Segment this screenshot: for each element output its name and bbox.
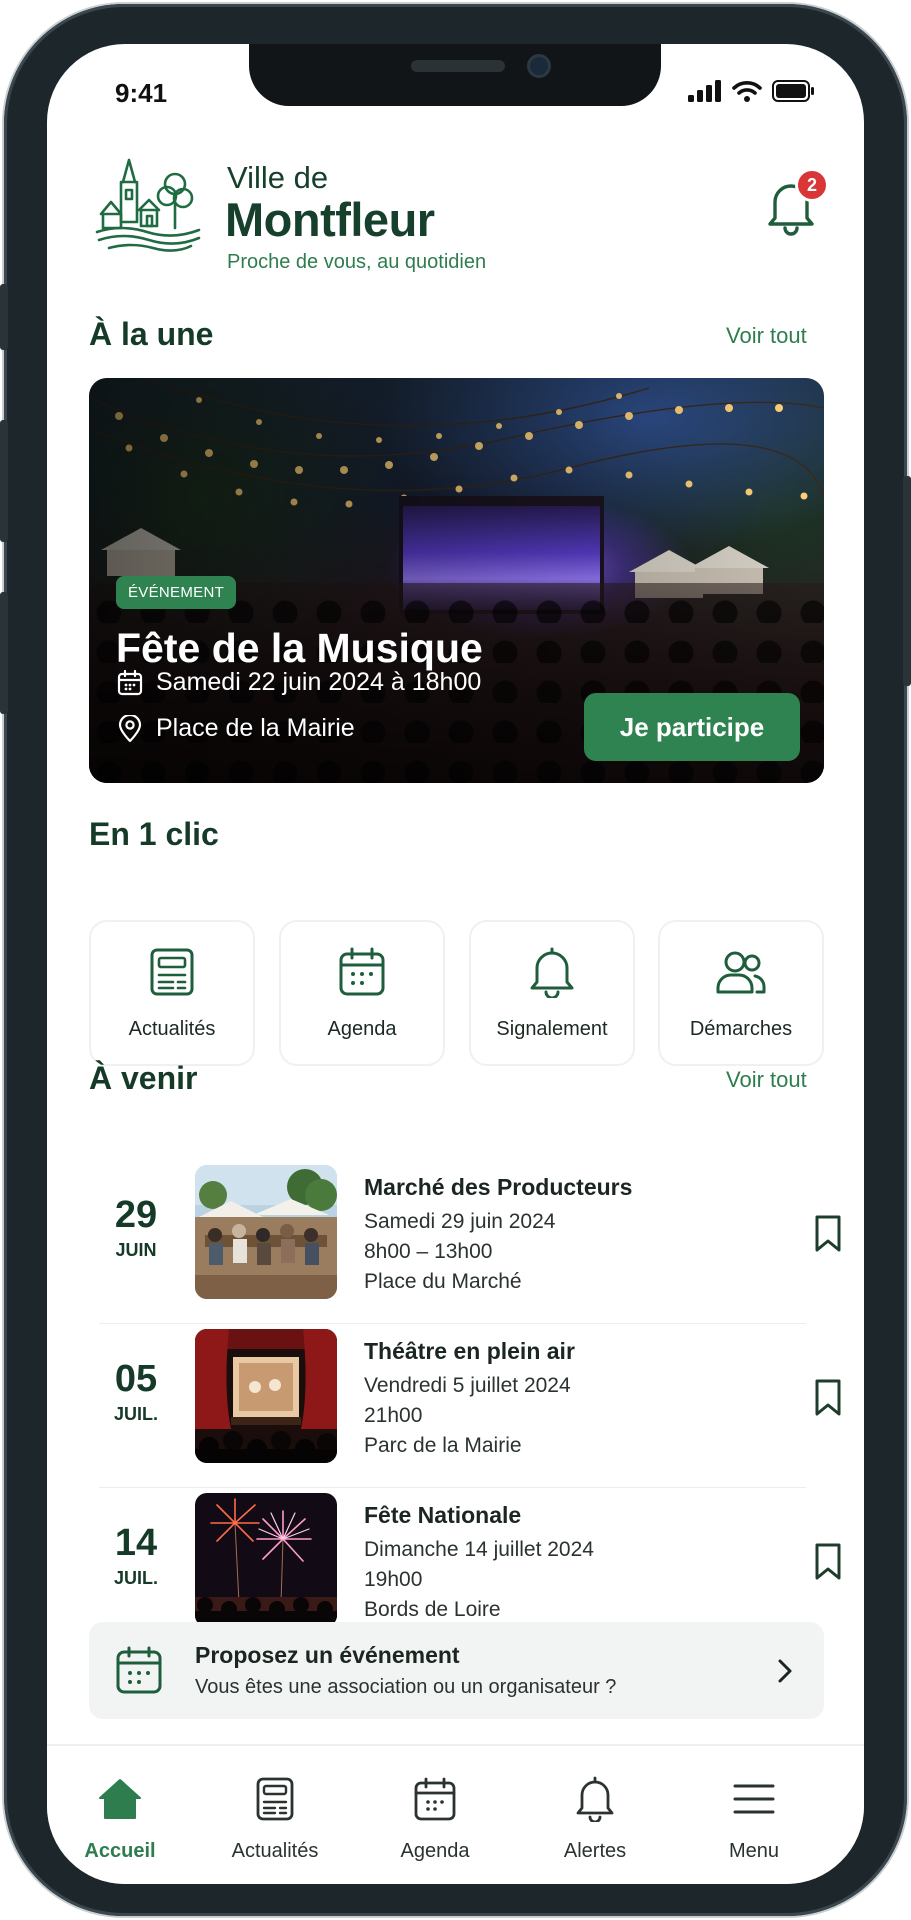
menu-icon — [733, 1784, 775, 1814]
tab-label: Accueil — [84, 1840, 156, 1862]
location-pin-icon — [118, 714, 142, 742]
status-time: 9:41 — [115, 78, 168, 108]
featured-event-location-text: Place de la Mairie — [156, 714, 355, 742]
event-title: Fête Nationale — [364, 1502, 522, 1528]
notification-badge: 2 — [795, 168, 829, 202]
tab-alerts[interactable]: Alertes — [520, 1766, 670, 1866]
quick-access-procedures[interactable]: Démarches — [658, 920, 824, 1066]
calendar-icon — [414, 1777, 456, 1821]
featured-event-date: Samedi 22 juin 2024 à 18h00 — [116, 668, 481, 697]
brand-prefix: Ville de — [227, 160, 329, 195]
upcoming-see-all-link[interactable]: Voir tout — [726, 1067, 807, 1093]
event-title: Théâtre en plein air — [364, 1338, 575, 1364]
cellular-signal-icon — [688, 80, 721, 102]
event-month: JUIL. — [113, 1568, 158, 1588]
tab-label: Alertes — [563, 1840, 627, 1862]
event-time: 21h00 — [364, 1404, 423, 1427]
featured-see-all-link[interactable]: Voir tout — [726, 323, 807, 349]
bottom-tab-bar: Accueil Actualités Agenda Alertes Menu — [47, 1744, 864, 1884]
tab-label: Actualités — [231, 1840, 319, 1862]
propose-event-subtitle: Vous êtes une association ou un organisa… — [195, 1676, 617, 1698]
event-day: 29 — [114, 1194, 158, 1236]
tab-agenda[interactable]: Agenda — [360, 1766, 510, 1866]
bookmark-icon[interactable] — [813, 1378, 843, 1418]
tab-menu[interactable]: Menu — [679, 1766, 829, 1866]
quick-access-label: Actualités — [128, 1018, 216, 1040]
event-row[interactable]: 29 JUIN Marché des Producteurs Samedi 29… — [89, 1160, 841, 1324]
battery-icon — [772, 80, 814, 102]
featured-event-date-text: Samedi 22 juin 2024 à 18h00 — [156, 668, 482, 696]
quick-access-title: En 1 clic — [89, 816, 219, 852]
event-date: Dimanche 14 juillet 2024 — [364, 1538, 594, 1561]
participate-button[interactable]: Je participe — [584, 693, 800, 761]
upcoming-section-title: À venir — [89, 1060, 198, 1096]
brand-name: Montfleur — [225, 193, 435, 246]
tab-news[interactable]: Actualités — [200, 1766, 350, 1866]
event-title: Marché des Producteurs — [364, 1174, 633, 1200]
event-place: Parc de la Mairie — [364, 1434, 522, 1457]
event-day: 05 — [114, 1358, 158, 1400]
status-icons — [688, 80, 816, 102]
featured-event-title: Fête de la Musique — [116, 625, 483, 671]
featured-section-title: À la une — [89, 316, 214, 352]
calendar-icon — [339, 947, 385, 996]
event-month: JUIN — [115, 1240, 157, 1260]
brand-tagline: Proche de vous, au quotidien — [227, 251, 487, 273]
event-place: Place du Marché — [364, 1270, 522, 1293]
quick-access-label: Signalement — [496, 1018, 608, 1040]
users-icon — [716, 951, 766, 994]
tab-label: Agenda — [400, 1840, 470, 1862]
event-date: Samedi 29 juin 2024 — [364, 1210, 556, 1233]
featured-event-card[interactable]: ÉVÉNEMENT Fête de la Musique Samedi 22 j… — [89, 378, 824, 783]
theatre-photo — [195, 1329, 337, 1463]
event-date: Vendredi 5 juillet 2024 — [364, 1374, 571, 1397]
volume-down-button — [0, 592, 8, 714]
front-camera — [527, 54, 551, 78]
quick-access-label: Agenda — [327, 1018, 397, 1040]
event-category-badge: ÉVÉNEMENT — [116, 576, 237, 609]
notch — [249, 44, 661, 106]
bell-icon — [576, 1776, 614, 1822]
upcoming-events-list: 29 JUIN Marché des Producteurs Samedi 29… — [89, 1160, 841, 1640]
event-day: 14 — [114, 1522, 158, 1564]
market-photo — [195, 1165, 337, 1299]
newspaper-icon — [150, 948, 194, 996]
calendar-icon — [116, 1646, 162, 1694]
calendar-icon — [117, 669, 143, 695]
power-button — [903, 476, 911, 686]
featured-event-location: Place de la Mairie — [116, 714, 355, 743]
quick-access-label: Démarches — [689, 1018, 793, 1040]
event-row[interactable]: 05 JUIL. Théâtre en plein air Vendredi 5… — [89, 1324, 841, 1488]
event-place: Bords de Loire — [364, 1598, 501, 1621]
volume-up-button — [0, 420, 8, 542]
bookmark-icon[interactable] — [813, 1214, 843, 1254]
app-screen: 9:41 Ville de Montfleur Proche de vous, … — [47, 44, 864, 1884]
tab-home[interactable]: Accueil — [47, 1766, 195, 1866]
event-time: 8h00 – 13h00 — [364, 1240, 493, 1263]
quick-access-agenda[interactable]: Agenda — [279, 920, 445, 1066]
quick-access-news[interactable]: Actualités — [89, 920, 255, 1066]
propose-event-title: Proposez un événement — [195, 1642, 460, 1668]
newspaper-icon — [256, 1777, 294, 1821]
mute-switch — [0, 284, 8, 350]
chevron-right-icon — [778, 1659, 792, 1683]
city-logo — [95, 158, 201, 252]
speaker — [411, 60, 505, 72]
quick-access-report[interactable]: Signalement — [469, 920, 635, 1066]
tab-label: Menu — [728, 1840, 780, 1862]
home-icon — [99, 1779, 141, 1819]
bell-icon — [530, 947, 574, 998]
propose-event-card[interactable]: Proposez un événement Vous êtes une asso… — [89, 1622, 824, 1719]
event-time: 19h00 — [364, 1568, 423, 1591]
event-month: JUIL. — [113, 1404, 158, 1424]
fireworks-photo — [195, 1493, 337, 1627]
wifi-icon — [732, 81, 762, 102]
bookmark-icon[interactable] — [813, 1542, 843, 1582]
